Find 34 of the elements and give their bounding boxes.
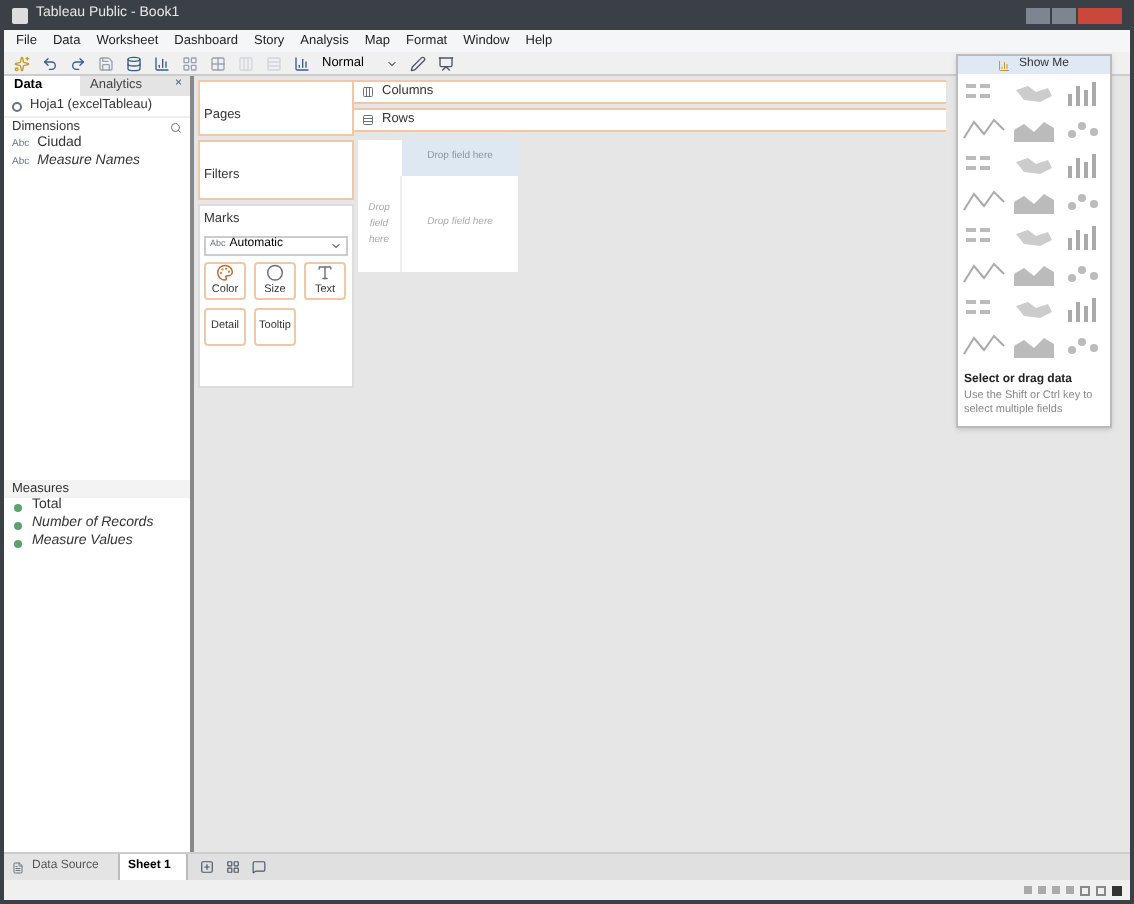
new-sheet-icon[interactable] — [200, 860, 214, 874]
undo-icon[interactable] — [42, 55, 58, 71]
datasource-icon — [12, 101, 22, 111]
caret-icon — [386, 57, 398, 69]
columns-icon[interactable] — [238, 55, 254, 71]
caret-icon — [330, 239, 342, 252]
table-icon[interactable] — [210, 55, 226, 71]
maximize-button[interactable] — [1052, 7, 1076, 23]
sparkle-icon[interactable] — [14, 55, 30, 71]
circle-icon — [266, 263, 284, 281]
redo-icon[interactable] — [70, 55, 86, 71]
search-icon[interactable] — [170, 121, 182, 133]
app-icon — [12, 7, 28, 23]
rows-icon — [362, 114, 374, 126]
rows-icon[interactable] — [266, 55, 282, 71]
measure-icon — [14, 521, 22, 529]
text-icon — [316, 263, 334, 281]
new-dashboard-icon[interactable] — [226, 860, 240, 874]
measure-icon — [14, 539, 22, 547]
grid-icon[interactable] — [182, 55, 198, 71]
close-button[interactable] — [1078, 7, 1122, 23]
chart-icon[interactable] — [294, 55, 310, 71]
save-icon[interactable] — [98, 55, 114, 71]
presentation-icon[interactable] — [438, 55, 454, 71]
pen-icon[interactable] — [410, 55, 426, 71]
minimize-button[interactable] — [1026, 7, 1050, 23]
datasource-icon — [12, 861, 24, 873]
database-icon[interactable] — [126, 55, 142, 71]
new-story-icon[interactable] — [252, 860, 266, 874]
bar-chart-icon — [998, 59, 1011, 71]
bar-chart-icon[interactable] — [154, 55, 170, 71]
columns-icon — [362, 86, 374, 98]
measure-icon — [14, 503, 22, 511]
palette-icon — [216, 263, 234, 281]
